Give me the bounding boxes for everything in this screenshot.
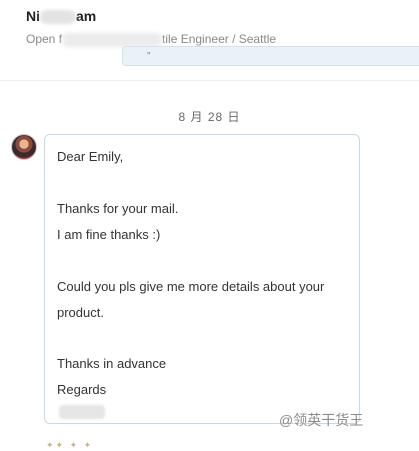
message-line: Thanks for your mail. [57, 201, 179, 216]
header-input-field[interactable]: " [122, 46, 419, 66]
message-bubble: Dear Emily, Thanks for your mail. I am f… [44, 134, 360, 424]
conversation-header: Ni am Open f tile Engineer / Seattle " [0, 0, 419, 66]
message-line: I am fine thanks :) [57, 227, 161, 242]
headline-end: tile Engineer / Seattle [162, 32, 277, 46]
sender-avatar[interactable] [11, 134, 37, 160]
contact-name-end: am [76, 8, 97, 24]
contact-name-start: Ni [26, 8, 40, 24]
date-separator: 8 月 28 日 [178, 110, 241, 124]
message-line: Could you pls give me more details about… [57, 279, 325, 294]
redacted-headline-blur [62, 32, 163, 47]
message-line-signoff: Regards [57, 382, 107, 397]
contact-name[interactable]: Ni am [26, 8, 97, 25]
redacted-signature-blur [59, 405, 105, 419]
headline-start: Open f [26, 32, 63, 46]
header-divider [0, 80, 419, 81]
contact-headline: Open f tile Engineer / Seattle [26, 32, 276, 47]
field-mark: " [147, 51, 151, 62]
redacted-name-blur [40, 10, 76, 25]
message-line-greeting: Dear Emily, [57, 149, 124, 164]
watermark-text: @领英干货王 [279, 412, 364, 428]
message-line: product. [57, 305, 104, 320]
message-line: Thanks in advance [57, 356, 167, 371]
